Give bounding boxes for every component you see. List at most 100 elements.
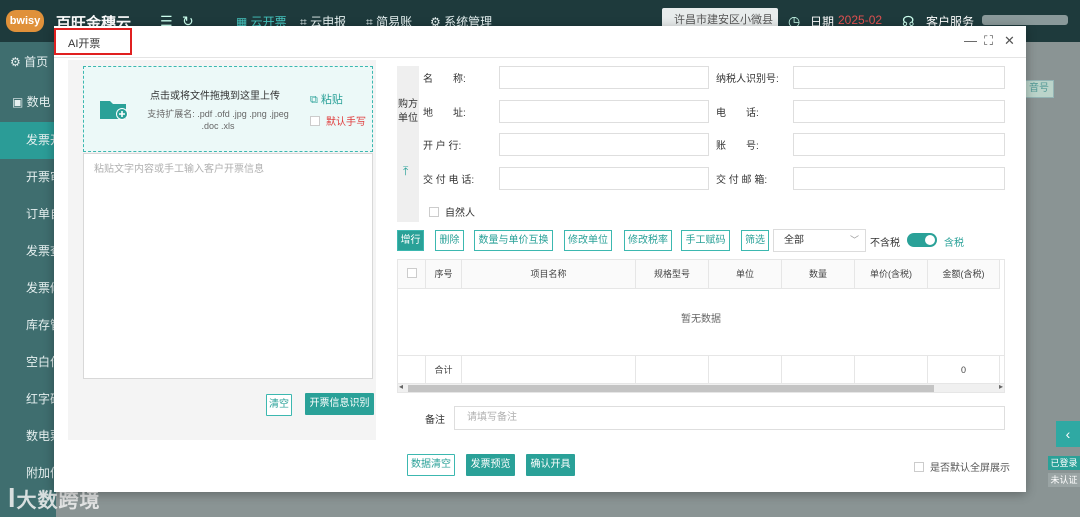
close-icon[interactable]: ✕ — [1004, 34, 1015, 48]
delivery-phone-input[interactable] — [499, 167, 709, 190]
clear-button[interactable]: 清空 — [266, 394, 292, 416]
manual-code-button[interactable]: 手工赋码 — [681, 230, 730, 251]
default-fullscreen-label: 是否默认全屏展示 — [930, 463, 1010, 474]
account-input[interactable] — [793, 133, 1005, 156]
table-cell — [398, 356, 426, 384]
add-row-button[interactable]: 增行 — [397, 230, 424, 251]
toggle-knob — [925, 235, 935, 245]
table-cell — [782, 356, 855, 384]
sidebar-item-label: 发票修 — [26, 281, 56, 295]
chevron-down-icon: ﹀ — [849, 235, 859, 245]
phone-input[interactable] — [793, 100, 1005, 123]
column-header: 项目名称 — [462, 260, 636, 289]
sidebar-item-label: 附加信 — [26, 466, 56, 480]
phone-label: 电 话: — [716, 108, 759, 119]
scrollbar-thumb[interactable] — [408, 385, 934, 392]
recognize-invoice-info-button[interactable]: 开票信息识别 — [305, 393, 374, 415]
address-label: 地 址: — [423, 108, 466, 119]
sidebar-item-invoice-repair[interactable]: 发票修 — [0, 270, 56, 307]
filter-select-value: 全部 — [784, 235, 804, 246]
folder-add-icon — [100, 101, 128, 120]
table-cell — [709, 356, 782, 384]
swap-qty-price-button[interactable]: 数量与单价互换 — [474, 230, 553, 251]
tax-included-label: 含税 — [944, 238, 964, 249]
upload-arrow-icon[interactable]: ⤒ — [403, 164, 408, 179]
address-input[interactable] — [499, 100, 709, 123]
account-label: 账 号: — [716, 141, 759, 152]
table-cell — [855, 356, 928, 384]
default-fullscreen-checkbox[interactable]: 是否默认全屏展示 — [914, 459, 1010, 474]
sidebar-item-label: 发票查 — [26, 244, 56, 258]
collapse-panel-button[interactable]: ‹ — [1056, 421, 1080, 447]
items-table: 序号 项目名称 规格型号 单位 数量 单价(含税) 金额(含税) 暂无数据 合计… — [397, 259, 1005, 393]
invoice-preview-button[interactable]: 发票预览 — [466, 454, 515, 476]
column-header: 规格型号 — [636, 260, 709, 289]
table-horizontal-scrollbar[interactable]: ◂ ▸ — [397, 382, 1005, 393]
bank-input[interactable] — [499, 133, 709, 156]
sidebar-item-digital[interactable]: ▣ 数电 — [0, 84, 56, 121]
checkbox-box — [429, 207, 439, 217]
sidebar-item-label: 数电票 — [26, 429, 56, 443]
delivery-email-input[interactable] — [793, 167, 1005, 190]
filter-button[interactable]: 筛选 — [741, 230, 769, 251]
minimize-icon[interactable]: — — [964, 34, 977, 48]
select-all-checkbox[interactable] — [406, 268, 417, 278]
edit-unit-button[interactable]: 修改单位 — [564, 230, 612, 251]
clear-data-button[interactable]: 数据清空 — [407, 454, 455, 476]
sidebar-item-inventory[interactable]: 库存管 — [0, 307, 56, 344]
tax-included-toggle[interactable] — [907, 233, 937, 247]
delivery-phone-label: 交 付 电 话: — [423, 175, 475, 186]
delivery-email-label: 交 付 邮 箱: — [716, 175, 768, 186]
status-badge-logged-in: 已登录 — [1048, 456, 1080, 470]
sum-label: 合计 — [426, 356, 462, 384]
filter-select[interactable]: 全部 ﹀ — [773, 229, 866, 252]
date-value[interactable]: 2025-02 — [838, 13, 882, 27]
select-all-header[interactable] — [398, 260, 426, 289]
sidebar-item-order[interactable]: 订单自 — [0, 196, 56, 233]
app-logo: bwisy — [6, 10, 44, 32]
table-cell — [462, 356, 636, 384]
column-header: 单位 — [709, 260, 782, 289]
dialog-title: AI开票 — [68, 38, 101, 50]
edit-tax-rate-button[interactable]: 修改税率 — [624, 230, 672, 251]
dialog-header: AI开票 — ⛶ ✕ — [54, 26, 1026, 58]
sidebar-item-invoice-review[interactable]: 开票审 — [0, 159, 56, 196]
sidebar-item-invoice-query[interactable]: 发票查 — [0, 233, 56, 270]
table-cell — [636, 356, 709, 384]
sidebar-item-label: 红字确 — [26, 392, 56, 406]
remark-input[interactable]: 请填写备注 — [454, 406, 1005, 430]
sidebar-item-invoice-issue[interactable]: 发票开 — [0, 122, 56, 159]
natural-person-checkbox[interactable]: 自然人 — [429, 204, 475, 219]
user-info[interactable] — [982, 15, 1068, 25]
paste-button[interactable]: ⧉ 粘贴 — [310, 91, 343, 107]
sidebar-item-label: 发票开 — [26, 133, 56, 147]
status-badge-unverified: 未认证 — [1048, 473, 1080, 487]
sidebar-item-red-confirm[interactable]: 红字确 — [0, 381, 56, 418]
sidebar-item-digital-ticket[interactable]: 数电票 — [0, 418, 56, 455]
column-header: 金额(含税) — [928, 260, 1000, 289]
buyer-name-input[interactable] — [499, 66, 709, 89]
column-header: 数量 — [782, 260, 855, 289]
customer-info-textarea[interactable]: 粘贴文字内容或手工输入客户开票信息 — [83, 153, 373, 379]
name-label: 名 称: — [423, 74, 466, 85]
buyer-section-strip: 购方单位 ⤒ — [397, 66, 419, 222]
upload-extensions: 支持扩展名: .pdf .ofd .jpg .png .jpeg .doc .x… — [147, 109, 289, 131]
confirm-issue-button[interactable]: 确认开具 — [526, 454, 575, 476]
sidebar-item-blank-void[interactable]: 空白作 — [0, 344, 56, 381]
upload-instruction: 点击或将文件拖拽到这里上传 — [150, 91, 280, 102]
checkbox-box — [310, 116, 320, 126]
scroll-left-icon[interactable]: ◂ — [399, 382, 403, 391]
sidebar-item-home[interactable]: ⚙ 首页 — [0, 44, 56, 81]
sum-row: 合计 0 — [398, 355, 1004, 384]
background-tag: 音号 — [1024, 80, 1054, 98]
scroll-right-icon[interactable]: ▸ — [999, 382, 1003, 391]
sidebar-item-label: 空白作 — [26, 355, 56, 369]
tax-id-input[interactable] — [793, 66, 1005, 89]
org-selector-value: 许昌市建安区小微县 — [674, 14, 773, 26]
delete-button[interactable]: 删除 — [435, 230, 464, 251]
empty-state: 暂无数据 — [681, 314, 721, 325]
sidebar-item-label: 订单自 — [26, 207, 56, 221]
upload-dropzone[interactable]: 点击或将文件拖拽到这里上传 支持扩展名: .pdf .ofd .jpg .png… — [83, 66, 373, 152]
maximize-icon[interactable]: ⛶ — [984, 34, 993, 48]
default-manual-checkbox[interactable]: 默认手写 — [310, 113, 366, 128]
